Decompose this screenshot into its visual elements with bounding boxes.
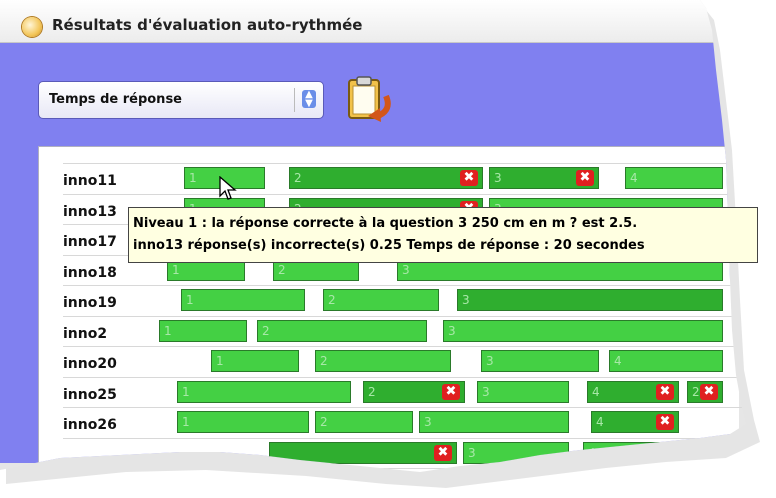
mouse-pointer-icon [219, 176, 237, 200]
question-number: 3 [486, 354, 494, 368]
question-number: 1 [164, 323, 172, 338]
tooltip-line-1: Niveau 1 : la réponse correcte à la ques… [133, 216, 638, 231]
response-bar[interactable]: 1 [177, 411, 309, 433]
question-number: 2 [320, 354, 328, 368]
chart-row: inno2 1 2 3 [63, 315, 746, 346]
question-number: 3 [462, 293, 470, 307]
question-number: 4 [596, 415, 604, 429]
response-bar[interactable]: 3 [419, 411, 569, 433]
question-number: 1 [172, 262, 180, 277]
response-time-chart: inno1112✖3✖4inno1312✖3inno17inno18123inn… [38, 146, 743, 472]
question-number: 2 [278, 262, 286, 277]
row-label: inno18 [63, 264, 117, 281]
response-bar[interactable]: 2✖ [687, 380, 723, 403]
incorrect-icon: ✖ [656, 414, 674, 430]
row-divider [63, 193, 743, 195]
question-number: 4 [614, 354, 622, 368]
incorrect-icon: ✖ [700, 383, 718, 400]
window-title: Résultats d'évaluation auto-rythmée [52, 16, 363, 34]
incorrect-icon: ✖ [434, 444, 452, 461]
response-bar[interactable]: 4 ✖ [587, 380, 679, 403]
response-bar[interactable]: 1 [177, 380, 351, 403]
response-bar[interactable]: 1 [181, 289, 305, 311]
tooltip-line-2: inno13 réponse(s) incorrecte(s) 0.25 Tem… [133, 238, 645, 253]
response-bar[interactable]: 2✖ [363, 380, 465, 403]
incorrect-icon: ✖ [460, 170, 478, 186]
row-label: inno17 [63, 234, 117, 250]
response-bar[interactable]: 1 [211, 350, 299, 372]
question-number: 3 [468, 445, 476, 460]
response-bar[interactable]: 2 [257, 319, 427, 342]
row-label: inno13 [63, 203, 117, 220]
row-divider [63, 376, 743, 378]
question-number: 4 [630, 171, 638, 185]
chart-row: inno20 1 2 3 4 [63, 346, 746, 376]
question-number: 3 [494, 171, 502, 185]
app-icon [22, 17, 42, 37]
response-bar[interactable]: 3 ✖ [489, 167, 599, 189]
export-button[interactable] [346, 76, 398, 124]
question-number: 1 [189, 171, 197, 185]
select-divider [294, 88, 295, 112]
row-divider [63, 407, 743, 408]
chart-row: inno25 1 2 ✖ 3 4 ✖ 2 ✖ [63, 376, 746, 407]
row-divider [63, 346, 743, 347]
question-number: 2 [262, 323, 270, 338]
response-bar[interactable]: 1 [159, 319, 247, 342]
chart-row: inno11 1 2 ✖ 3 ✖ 4 [63, 163, 746, 193]
row-divider [63, 163, 743, 164]
response-bar[interactable]: 2 [323, 289, 439, 311]
question-number: 2 [328, 293, 336, 307]
tooltip: Niveau 1 : la réponse correcte à la ques… [128, 207, 758, 263]
response-bar[interactable]: 3 [477, 380, 569, 403]
question-number: 2 [692, 384, 700, 399]
row-label: inno19 [63, 295, 117, 311]
response-bar[interactable]: 3 [481, 350, 599, 372]
question-number: 4 [592, 384, 600, 399]
question-number: 2 [320, 415, 328, 429]
response-bar[interactable]: 3 [443, 319, 723, 342]
row-label: inno25 [63, 386, 117, 403]
question-number: 1 [216, 354, 224, 368]
row-label: inno11 [63, 173, 117, 189]
response-bar[interactable]: 2 [315, 411, 413, 433]
response-bar[interactable]: 2 [315, 350, 451, 372]
response-bar[interactable]: 4 [625, 167, 723, 189]
response-bar[interactable]: 4 ✖ [591, 411, 679, 433]
title-bar: Résultats d'évaluation auto-rythmée [0, 0, 720, 43]
question-number: 1 [186, 293, 194, 307]
response-bar[interactable]: 3 [457, 289, 723, 311]
question-number: 1 [182, 384, 190, 399]
chart-row: inno26 1 2 3 4 ✖ [63, 407, 746, 437]
question-number: 2 [368, 384, 376, 399]
metric-select[interactable]: Temps de réponse ▲ ▼ [38, 81, 324, 119]
question-number: 3 [448, 323, 456, 338]
response-bar[interactable]: 4 [609, 350, 723, 372]
chart-row: inno19 1 2 3 [63, 285, 746, 315]
row-label: inno2 [63, 325, 108, 342]
question-number: 3 [482, 384, 490, 399]
question-number: 3 [402, 262, 410, 277]
row-label: inno20 [63, 356, 117, 372]
question-number: 3 [424, 415, 432, 429]
response-bar[interactable]: 2✖ [289, 167, 483, 189]
row-divider [63, 315, 743, 317]
row-divider [63, 285, 743, 286]
updown-arrow-icon[interactable]: ▲ ▼ [302, 90, 316, 109]
question-number: 1 [182, 415, 190, 429]
incorrect-icon: ✖ [576, 170, 594, 186]
clipboard-export-icon [348, 76, 391, 122]
metric-select-value: Temps de réponse [49, 92, 182, 107]
incorrect-icon: ✖ [442, 383, 460, 400]
incorrect-icon: ✖ [656, 383, 674, 400]
question-number: 2 [294, 171, 302, 185]
row-divider [63, 437, 743, 439]
row-label: inno26 [63, 417, 117, 433]
